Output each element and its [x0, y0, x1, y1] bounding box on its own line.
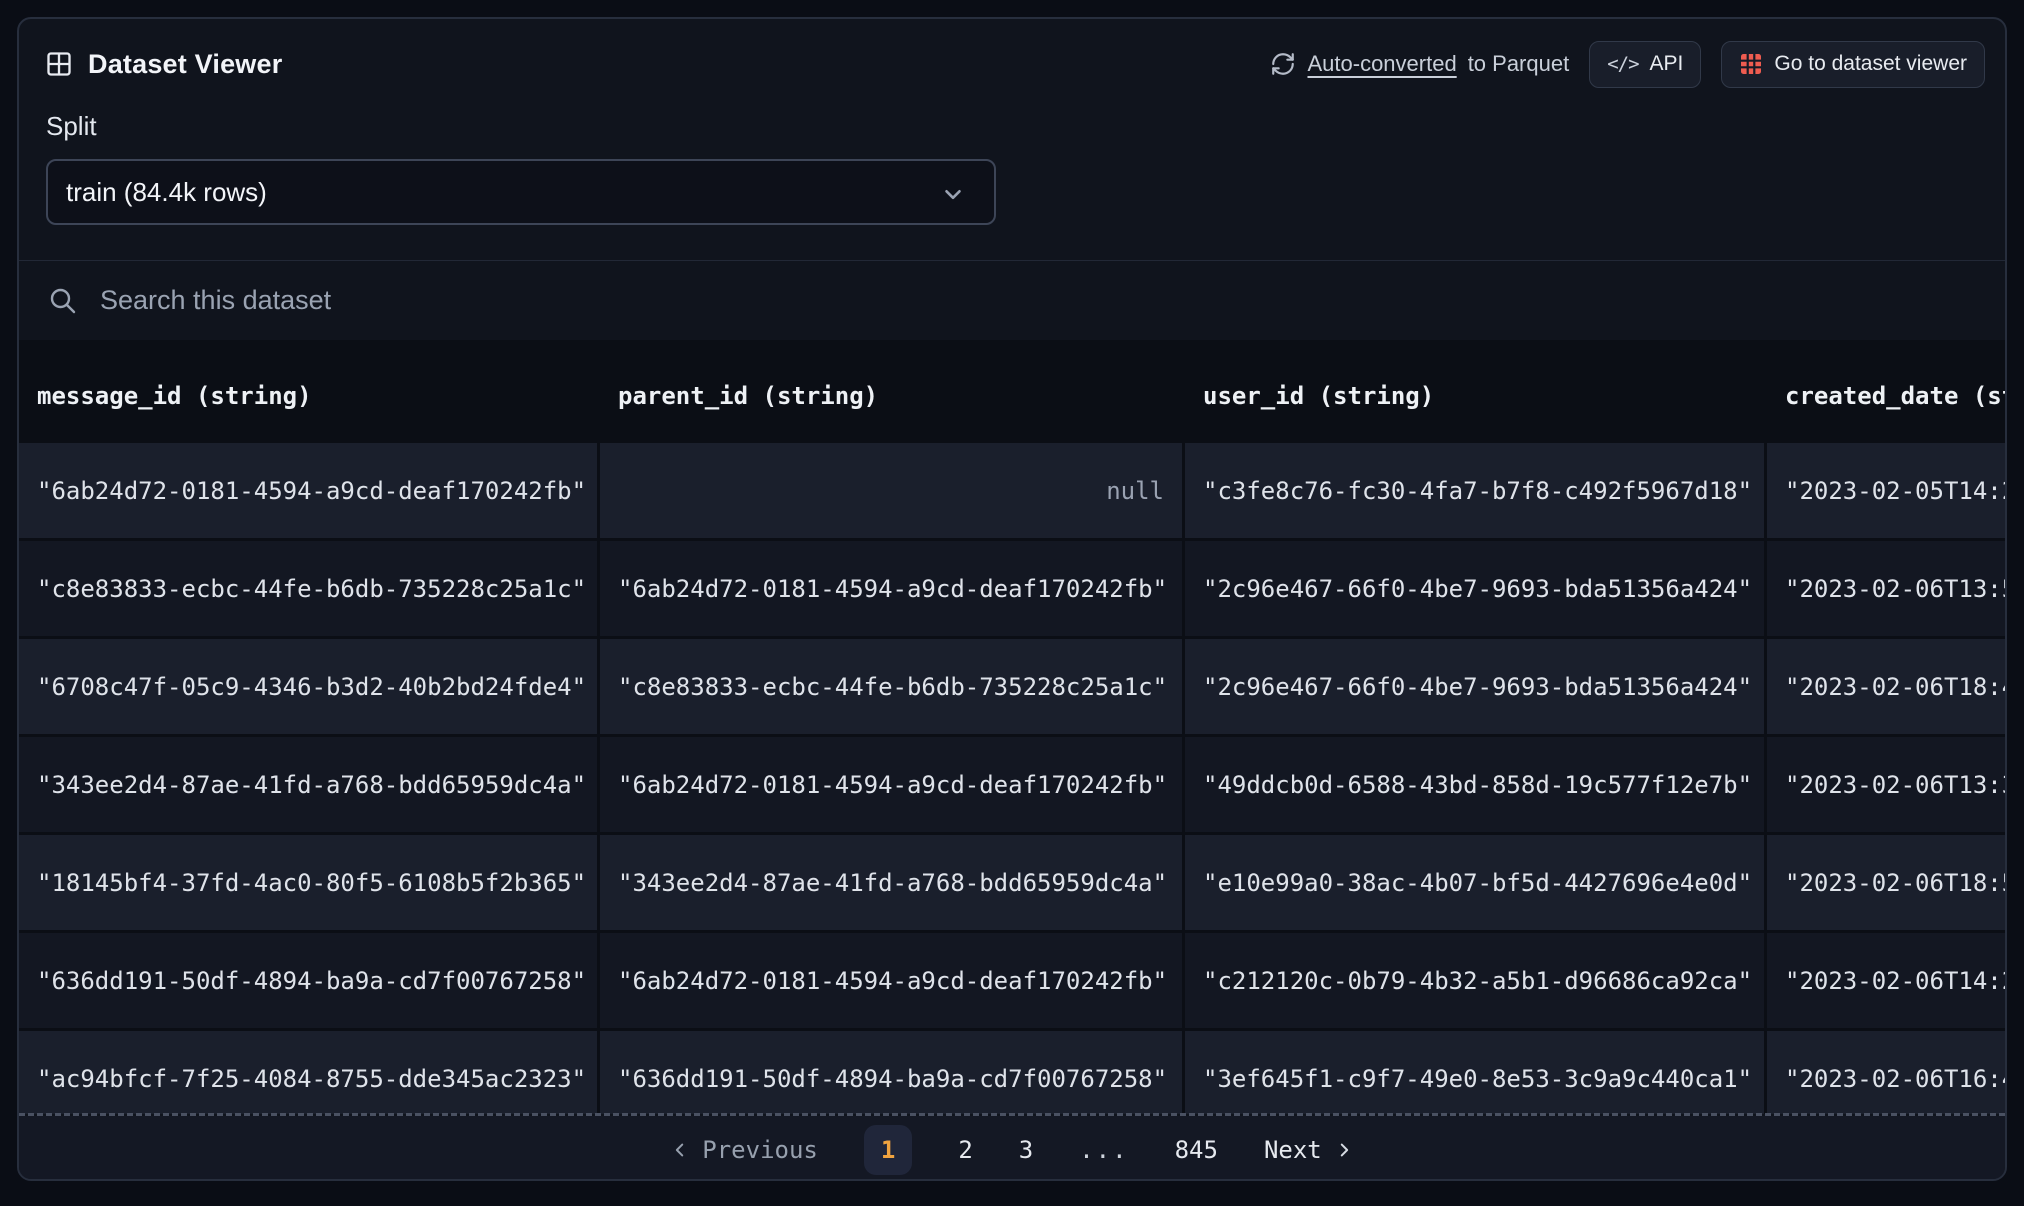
table-cell: "c8e83833-ecbc-44fe-b6db-735228c25a1c"	[600, 639, 1182, 734]
table-cell: "2c96e467-66f0-4be7-9693-bda51356a424"	[1185, 541, 1764, 636]
refresh-icon	[1272, 53, 1295, 75]
page-button-3[interactable]: 3	[1019, 1136, 1033, 1164]
title-group: Dataset Viewer	[45, 49, 282, 80]
table-cell: "2023-02-06T13:3	[1767, 737, 2005, 832]
column-header-parent-id: parent_id (string)	[618, 382, 879, 410]
table-cell: "c3fe8c76-fc30-4fa7-b7f8-c492f5967d18"	[1185, 443, 1764, 538]
table-cell: "ac94bfcf-7f25-4084-8755-dde345ac2323"	[19, 1031, 597, 1114]
api-button[interactable]: </> API	[1589, 40, 1702, 88]
table-cell: "2c96e467-66f0-4be7-9693-bda51356a424"	[1185, 639, 1764, 734]
panel-header: Dataset Viewer Auto-converted to Parquet	[45, 39, 1985, 89]
pagination: Previous 1 2 3 ... 845 Next	[19, 1116, 2005, 1179]
page: Dataset Viewer Auto-converted to Parquet	[0, 0, 2024, 1206]
auto-converted-note: Auto-converted to Parquet	[1270, 51, 1569, 77]
table-cell: "6ab24d72-0181-4594-a9cd-deaf170242fb"	[600, 737, 1182, 832]
table-cell: "6708c47f-05c9-4346-b3d2-40b2bd24fde4"	[19, 639, 597, 734]
code-icon: </>	[1607, 53, 1639, 75]
goto-dataset-viewer-button[interactable]: Go to dataset viewer	[1721, 40, 1985, 88]
next-button[interactable]: Next	[1264, 1136, 1353, 1164]
table-cell: "6ab24d72-0181-4594-a9cd-deaf170242fb"	[19, 443, 597, 538]
data-table: message_id (string) parent_id (string) u…	[19, 340, 2005, 1114]
page-button-2[interactable]: 2	[958, 1136, 972, 1164]
table-cell: "6ab24d72-0181-4594-a9cd-deaf170242fb"	[600, 541, 1182, 636]
column-header-message-id: message_id (string)	[37, 382, 312, 410]
goto-button-label: Go to dataset viewer	[1774, 52, 1967, 75]
split-select[interactable]: train (84.4k rows)	[46, 159, 996, 225]
auto-converted-link[interactable]: Auto-converted	[1307, 51, 1456, 77]
table-cell: "636dd191-50df-4894-ba9a-cd7f00767258"	[600, 1031, 1182, 1114]
table-cell: "c8e83833-ecbc-44fe-b6db-735228c25a1c"	[19, 541, 597, 636]
table-cell: "636dd191-50df-4894-ba9a-cd7f00767258"	[19, 933, 597, 1028]
previous-label: Previous	[702, 1135, 818, 1164]
header-actions: Auto-converted to Parquet </> API Go to …	[1270, 40, 1985, 88]
table-cell: "3ef645f1-c9f7-49e0-8e53-3c9a9c440ca1"	[1185, 1031, 1764, 1114]
red-grid-icon	[1741, 54, 1762, 74]
next-label: Next	[1263, 1135, 1322, 1164]
api-button-label: API	[1649, 52, 1684, 75]
table-cell: "e10e99a0-38ac-4b07-bf5d-4427696e4e0d"	[1185, 835, 1764, 930]
page-button-845[interactable]: 845	[1175, 1136, 1218, 1164]
table-cell: "2023-02-06T18:4	[1767, 639, 2005, 734]
chevron-right-icon	[1340, 1143, 1348, 1156]
dataset-viewer-panel: Dataset Viewer Auto-converted to Parquet	[17, 17, 2007, 1181]
table-cell: "18145bf4-37fd-4ac0-80f5-6108b5f2b365"	[19, 835, 597, 930]
table-cell: "2023-02-06T18:5	[1767, 835, 2005, 930]
split-label: Split	[46, 111, 97, 141]
table-cell: "2023-02-06T14:2	[1767, 933, 2005, 1028]
column-header-user-id: user_id (string)	[1203, 382, 1435, 410]
chevron-down-icon	[945, 189, 961, 200]
search-icon	[50, 288, 76, 313]
table-cell: "343ee2d4-87ae-41fd-a768-bdd65959dc4a"	[19, 737, 597, 832]
table-cell: "343ee2d4-87ae-41fd-a768-bdd65959dc4a"	[600, 835, 1182, 930]
table-cell: "6ab24d72-0181-4594-a9cd-deaf170242fb"	[600, 933, 1182, 1028]
table-cell: "2023-02-06T13:5	[1767, 541, 2005, 636]
split-select-value: train (84.4k rows)	[66, 176, 267, 207]
table-cell: "2023-02-05T14:2	[1767, 443, 2005, 538]
chevron-left-icon	[676, 1143, 684, 1156]
search-bar	[19, 261, 2005, 340]
previous-button[interactable]: Previous	[671, 1136, 818, 1164]
table-grid: message_id (string) parent_id (string) u…	[19, 340, 2005, 1114]
table-cell-null: null	[600, 443, 1182, 538]
page-ellipsis: ...	[1079, 1135, 1129, 1164]
search-input[interactable]	[100, 285, 1000, 316]
panel-title: Dataset Viewer	[88, 48, 283, 79]
page-button-1[interactable]: 1	[863, 1124, 913, 1175]
table-icon	[47, 52, 71, 76]
column-header-created-date: created_date (string)	[1785, 382, 2005, 410]
table-cell: "c212120c-0b79-4b32-a5b1-d96686ca92ca"	[1185, 933, 1764, 1028]
table-cell: "2023-02-06T16:4	[1767, 1031, 2005, 1114]
auto-converted-suffix: to Parquet	[1467, 51, 1570, 76]
table-cell: "49ddcb0d-6588-43bd-858d-19c577f12e7b"	[1185, 737, 1764, 832]
